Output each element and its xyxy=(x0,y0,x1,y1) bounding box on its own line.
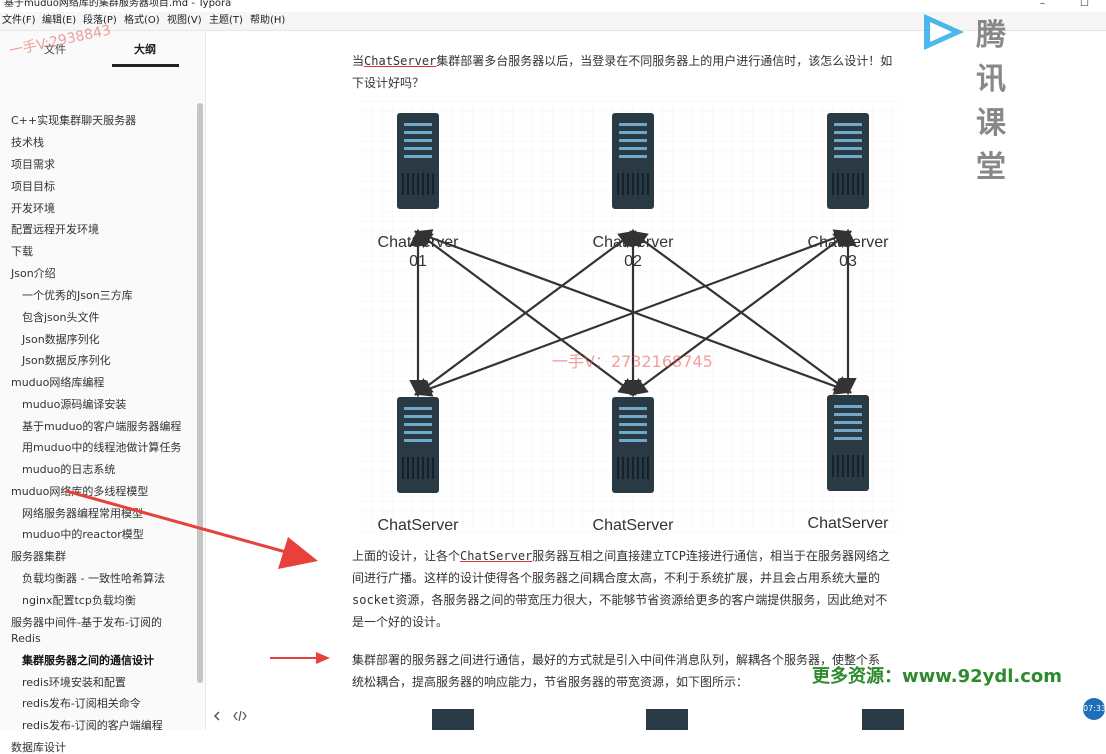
tab-outline[interactable]: 大纲 xyxy=(134,41,156,57)
p3-line1: 集群部署的服务器之间进行通信，最好的方式就是引入中间件消息队列，解耦各个服务器，… xyxy=(352,653,881,667)
outline-item[interactable]: 数据库设计 xyxy=(11,741,66,754)
menu-file[interactable]: 文件(F) xyxy=(2,14,36,28)
outline-item[interactable]: 服务器集群 xyxy=(11,550,66,563)
outline-item[interactable]: 基于muduo的客户端服务器编程 xyxy=(22,420,181,433)
server-label: ChatServer xyxy=(808,515,890,532)
window-title: 基于muduo网络库的集群服务器项目.md - Typora xyxy=(4,0,232,9)
outline-item[interactable]: redis发布-订阅相关命令 xyxy=(22,697,141,710)
outline-item[interactable]: redis环境安装和配置 xyxy=(22,676,126,689)
outline-item[interactable]: muduo的日志系统 xyxy=(22,463,115,476)
server-number: 01 xyxy=(409,253,427,270)
red-arrow-2-icon xyxy=(270,652,330,664)
p1-prefix: 当 xyxy=(352,54,365,68)
outline-item[interactable]: 项目目标 xyxy=(11,180,55,193)
outline-item[interactable]: muduo网络库编程 xyxy=(11,376,104,389)
paragraph-intro: 当ChatServer集群部署多台服务器以后，当登录在不同服务器上的用户进行通信… xyxy=(352,50,972,94)
server-diagram: ChatServer 01 ChatServer 02 ChatServer 03 Chat… xyxy=(360,101,902,533)
outline-item[interactable]: Json数据序列化 xyxy=(22,333,100,346)
editor-content: 当ChatServer集群部署多台服务器以后，当登录在不同服务器上的用户进行通信… xyxy=(206,31,1106,730)
sidebar: 文件 大纲 C++实现集群聊天服务器 技术栈 项目需求 项目目标 开发环境 配置远程开发环… xyxy=(0,31,206,754)
outline-item[interactable]: Redis xyxy=(11,632,41,645)
outline-item[interactable]: 集群服务器之间的通信设计 xyxy=(22,654,154,667)
outline-item[interactable]: 项目需求 xyxy=(11,158,55,171)
server-label: ChatServer xyxy=(378,234,460,251)
outline-item[interactable]: 用muduo中的线程池做计算任务 xyxy=(22,441,181,454)
menu-help[interactable]: 帮助(H) xyxy=(250,14,285,28)
maximize-button[interactable]: ☐ xyxy=(1080,0,1089,10)
tencent-logo-text: 腾讯课堂 xyxy=(976,18,1008,185)
server-label: ChatServer xyxy=(593,517,675,533)
server-label: ChatServer xyxy=(593,234,675,251)
tab-underline xyxy=(112,64,179,67)
tencent-logo-icon xyxy=(924,14,964,50)
p1-rest: 集群部署多台服务器以后，当登录在不同服务器上的用户进行通信时，该怎么设计！如 xyxy=(436,54,893,68)
outline-item[interactable]: 包含json头文件 xyxy=(22,311,100,324)
p2-prefix: 上面的设计，让各个 xyxy=(352,549,461,563)
menu-format[interactable]: 格式(O) xyxy=(124,14,160,28)
outline-item[interactable]: redis发布-订阅的客户端编程 xyxy=(22,719,163,732)
menu-view[interactable]: 视图(V) xyxy=(167,14,202,28)
red-arrow-1-icon xyxy=(66,489,318,569)
outline-item[interactable]: 配置远程开发环境 xyxy=(11,223,99,236)
server-label: ChatServer xyxy=(808,234,890,251)
outline-item[interactable]: C++实现集群聊天服务器 xyxy=(11,114,136,127)
outline-item[interactable]: 开发环境 xyxy=(11,202,55,215)
p2-line1: 服务器互相之间直接建立TCP连接进行通信，相当于在服务器网络之 xyxy=(532,549,890,563)
sidebar-scrollbar[interactable] xyxy=(197,103,203,683)
watermark-mid: 一手V：2732168745 xyxy=(552,352,713,371)
menu-theme[interactable]: 主题(T) xyxy=(209,14,243,28)
timer-badge: 07:33 xyxy=(1083,698,1106,720)
timer-text: 07:33 xyxy=(1083,704,1106,713)
outline-item[interactable]: nginx配置tcp负载均衡 xyxy=(22,594,136,607)
p1-keyword: ChatServer xyxy=(364,54,437,68)
outline-item[interactable]: 下载 xyxy=(11,245,33,258)
outline-item[interactable]: Json介绍 xyxy=(11,267,56,280)
resource-banner: 更多资源：www.92ydl.com xyxy=(812,666,1063,687)
outline-item[interactable]: 服务器中间件-基于发布-订阅的 xyxy=(11,616,162,629)
outline-item[interactable]: Json数据反序列化 xyxy=(22,354,111,367)
outline-item[interactable]: muduo源码编译安装 xyxy=(22,398,126,411)
server-number: 02 xyxy=(624,253,642,270)
p2-line2: 间进行广播。这样的设计使得各个服务器之间耦合度太高，不利于系统扩展，并且会占用系… xyxy=(352,571,881,585)
next-diagram-preview xyxy=(432,709,904,730)
menu-edit[interactable]: 编辑(E) xyxy=(42,14,76,28)
p2-line4: 是一个好的设计。 xyxy=(352,615,449,629)
p2-keyword: ChatServer xyxy=(460,549,533,563)
minimize-button[interactable]: – xyxy=(1040,0,1045,10)
outline-item[interactable]: 一个优秀的Json三方库 xyxy=(22,289,133,302)
p1-line2: 下设计好吗？ xyxy=(352,76,425,90)
p3-line2: 统松耦合，提高服务器的响应能力，节省服务器的带宽资源，如下图所示： xyxy=(352,675,749,689)
server-number: 03 xyxy=(839,253,857,270)
server-label: ChatServer xyxy=(378,517,460,533)
p2-line3: socket资源，各服务器之间的带宽压力很大，不能够节省资源给更多的客户端提供服… xyxy=(352,593,888,607)
outline-item[interactable]: 技术栈 xyxy=(11,136,44,149)
paragraph-analysis: 上面的设计，让各个ChatServer服务器互相之间直接建立TCP连接进行通信，… xyxy=(352,545,982,633)
